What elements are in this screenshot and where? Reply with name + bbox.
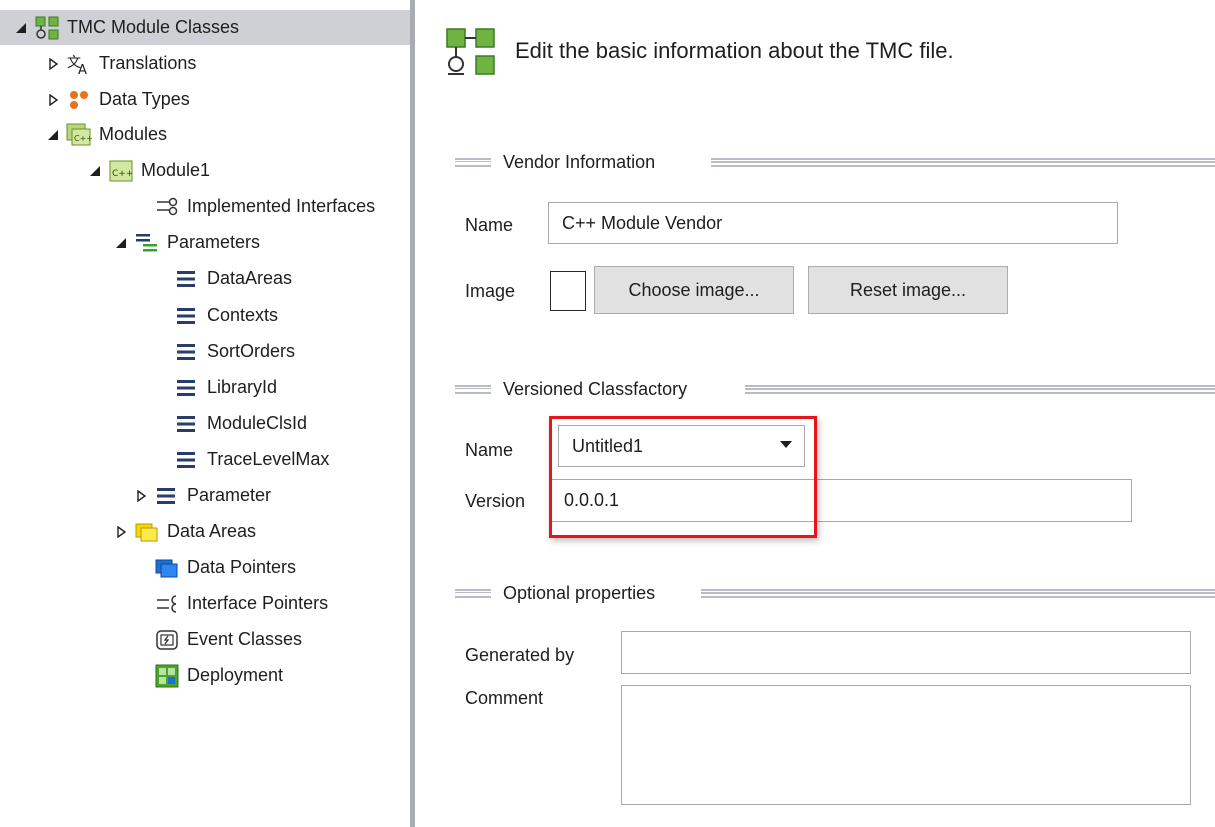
tree-item-label: TraceLevelMax [207,449,330,469]
tree-item-label: Deployment [187,665,284,685]
svg-text:A: A [78,63,87,77]
expand-arrow-icon[interactable] [46,56,60,72]
group-title: Optional properties [503,582,656,603]
tree-item-data-types[interactable]: Data Types [0,82,456,117]
comment-label: Comment [465,688,544,708]
group-header-vendor: Vendor Information [455,150,1215,174]
classfactory-version-label: Version [465,491,526,511]
classfactory-name-label: Name [465,440,514,460]
deployment-icon [154,663,180,689]
collapse-arrow-icon[interactable] [114,235,128,251]
tree-item-tmc-module-classes[interactable]: TMC Module Classes [0,10,424,45]
svg-text:C++: C++ [74,134,92,143]
collapse-arrow-icon[interactable] [14,20,28,36]
comment-field[interactable] [621,685,1191,805]
page-description: Edit the basic information about the TMC… [515,38,954,63]
interfaces-icon [154,194,180,220]
generated-by-label: Generated by [465,645,575,665]
group-header-optional: Optional properties [455,581,1215,605]
group-title: Vendor Information [503,151,656,172]
tree-item-label: Parameters [167,232,261,252]
group-rule [745,385,1215,394]
tree-item-label: Event Classes [187,629,303,649]
group-rule [455,384,491,394]
tree-item-label: SortOrders [207,341,296,361]
tree-item-label: Modules [99,124,168,144]
generated-by-field[interactable] [621,631,1191,674]
event-classes-icon [154,627,180,653]
tree-item-label: Implemented Interfaces [187,196,376,216]
tree-item-label: Data Types [99,89,190,109]
tree-item-modules[interactable]: C++ Modules [0,117,456,152]
vendor-name-label: Name [465,215,514,235]
module-classes-icon [444,26,500,78]
parameters-icon [134,230,160,256]
tree-item-translations[interactable]: 文 A Translations [0,46,456,81]
choose-image-button[interactable]: Choose image... [594,266,794,314]
tree-item-label: Translations [99,53,197,73]
reset-image-button[interactable]: Reset image... [808,266,1008,314]
solution-tree: TMC Module Classes 文 A Translations Data… [0,0,424,827]
tree-item-label: Parameter [187,485,272,505]
parameter-icon [174,375,200,401]
parameter-icon [174,339,200,365]
classfactory-version-field[interactable]: 0.0.0.1 [550,479,1132,522]
tree-item-label: Data Pointers [187,557,297,577]
translation-icon: 文 A [66,51,92,77]
group-title: Versioned Classfactory [503,378,688,399]
group-rule [701,589,1215,598]
group-rule [455,588,491,598]
vendor-image-preview[interactable] [550,271,586,311]
dropdown-selected-value: Untitled1 [572,435,644,456]
tree-item-label: Interface Pointers [187,593,329,613]
module-icon: C++ [108,158,134,184]
group-rule [455,157,491,167]
expand-arrow-icon[interactable] [46,92,60,108]
interface-pointers-icon [154,591,180,617]
group-header-classfactory: Versioned Classfactory [455,377,1215,401]
tree-item-label: DataAreas [207,268,293,288]
tree-item-label: Contexts [207,305,279,325]
modules-icon: C++ [66,122,92,148]
chevron-down-icon [780,441,792,448]
expand-arrow-icon[interactable] [134,488,148,504]
tree-item-label: LibraryId [207,377,278,397]
module-classes-icon [34,15,60,41]
vendor-image-label: Image [465,281,516,301]
expand-arrow-icon[interactable] [114,524,128,540]
collapse-arrow-icon[interactable] [46,127,60,143]
parameter-icon [174,266,200,292]
tree-item-label: Data Areas [167,521,257,541]
tree-item-label: ModuleClsId [207,413,308,433]
parameter-icon [174,447,200,473]
classfactory-name-dropdown[interactable]: Untitled1 [558,425,805,467]
data-types-icon [66,87,92,113]
collapse-arrow-icon[interactable] [88,163,102,179]
svg-text:C++: C++ [112,169,133,179]
parameter-icon [174,303,200,329]
tree-item-label: TMC Module Classes [67,17,240,37]
tree-item-label: Module1 [141,160,211,180]
vendor-name-field[interactable]: C++ Module Vendor [548,202,1118,244]
parameter-icon [154,483,180,509]
parameter-icon [174,411,200,437]
data-pointers-icon [154,555,180,581]
group-rule [711,158,1215,167]
data-areas-icon [134,519,160,545]
